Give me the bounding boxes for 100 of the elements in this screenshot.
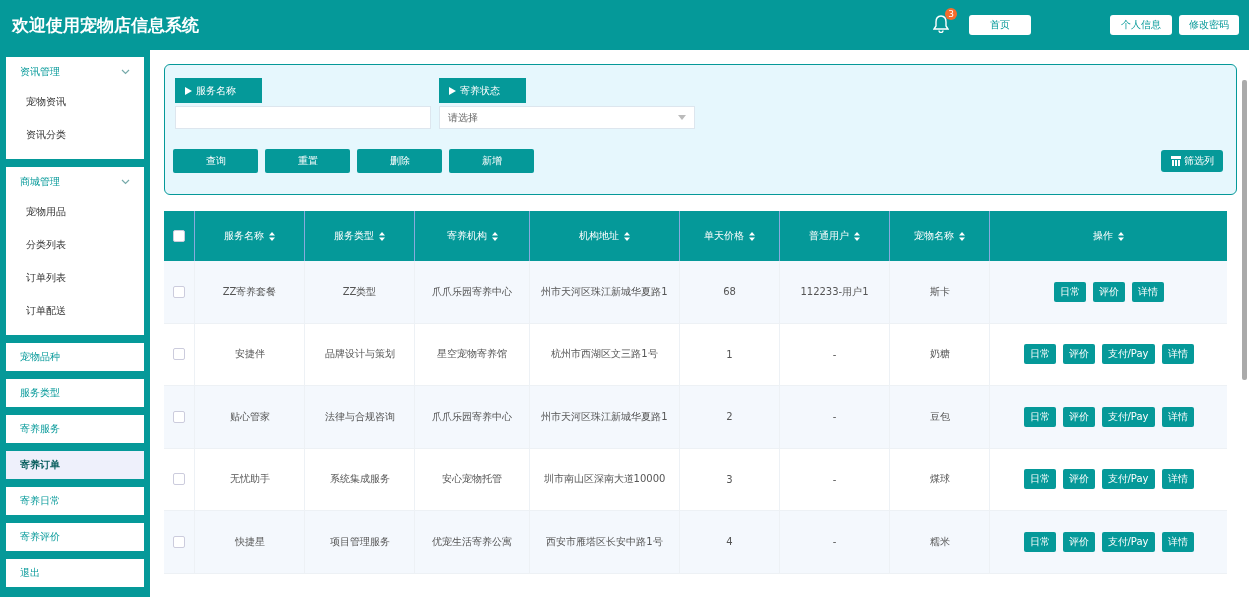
menu-item[interactable]: 寄养订单 — [6, 451, 144, 479]
table-cell: 4 — [726, 536, 733, 548]
table-cell: - — [832, 536, 837, 548]
row-action-button[interactable]: 评价 — [1092, 281, 1125, 302]
table-cell: 爪爪乐园寄养中心 — [432, 409, 512, 424]
checkbox[interactable] — [173, 348, 185, 361]
row-action-button[interactable]: 支付/Pay — [1101, 344, 1155, 365]
bell-icon[interactable] — [933, 15, 949, 33]
row-action-button[interactable]: 评价 — [1062, 406, 1095, 427]
table-cell: 州市天河区珠江新城华夏路1 — [541, 409, 668, 424]
table-cell: 西安市雁塔区长安中路1号 — [546, 534, 663, 549]
table-cell: 品牌设计与策划 — [324, 347, 395, 362]
menu-item[interactable]: 寄养服务 — [6, 415, 144, 443]
table-cell: 无忧助手 — [229, 472, 270, 487]
sort-icon[interactable] — [854, 231, 860, 241]
table-cell: 1 — [726, 348, 733, 360]
table-cell: 2 — [726, 411, 733, 423]
table-cell: 项目管理服务 — [329, 534, 390, 549]
table-cell: 豆包 — [929, 409, 950, 424]
row-action-button[interactable]: 详情 — [1161, 469, 1194, 490]
sort-icon[interactable] — [624, 231, 630, 241]
columns-icon — [1170, 156, 1181, 166]
table-cell: 杭州市西湖区文三路1号 — [551, 347, 658, 362]
table-cell: 糯米 — [929, 534, 950, 549]
triangle-icon — [449, 86, 456, 95]
table-cell: - — [832, 411, 837, 423]
filter-label: 寄养状态 — [439, 78, 526, 103]
checkbox[interactable] — [173, 473, 185, 486]
header-button[interactable]: 修改密码 — [1179, 15, 1239, 35]
table-cell: 斯卡 — [929, 284, 950, 299]
row-action-button[interactable]: 日常 — [1023, 469, 1056, 490]
row-action-button[interactable]: 日常 — [1023, 406, 1056, 427]
column-header: 宠物名称 — [914, 229, 954, 243]
table-cell: 68 — [723, 286, 736, 298]
triangle-icon — [185, 86, 192, 95]
column-header: 寄养机构 — [446, 229, 487, 243]
sort-icon[interactable] — [1118, 231, 1124, 241]
row-action-button[interactable]: 评价 — [1062, 344, 1095, 365]
table-cell: 快捷星 — [234, 534, 265, 549]
table-cell: 优宠生活寄养公寓 — [432, 534, 512, 549]
menu-item[interactable]: 宠物品种 — [6, 343, 144, 371]
menu-item[interactable]: 服务类型 — [6, 379, 144, 407]
row-action-button[interactable]: 支付/Pay — [1101, 531, 1155, 552]
row-action-button[interactable]: 日常 — [1023, 344, 1056, 365]
menu-group[interactable]: 商城管理 — [6, 169, 144, 195]
action-button[interactable]: 查询 — [173, 149, 258, 173]
table-cell: 爪爪乐园寄养中心 — [432, 284, 512, 299]
sort-icon[interactable] — [491, 231, 498, 241]
row-action-button[interactable]: 日常 — [1053, 281, 1086, 302]
row-action-button[interactable]: 支付/Pay — [1101, 469, 1155, 490]
action-button[interactable]: 重置 — [265, 149, 350, 173]
filter-label: 服务名称 — [175, 78, 262, 103]
table-cell: 112233-用户1 — [800, 284, 869, 299]
column-header: 操作 — [1093, 229, 1113, 243]
sort-icon[interactable] — [269, 231, 275, 241]
chevron-icon — [121, 179, 130, 185]
filter-columns-button[interactable]: 筛选列 — [1161, 150, 1223, 172]
table-cell: 安心宠物托管 — [442, 472, 502, 487]
table-cell: 奶糖 — [929, 347, 950, 362]
menu-item[interactable]: 寄养评价 — [6, 523, 144, 551]
row-action-button[interactable]: 详情 — [1161, 406, 1194, 427]
sort-icon[interactable] — [749, 231, 755, 241]
row-action-button[interactable]: 详情 — [1161, 531, 1194, 552]
sort-icon[interactable] — [379, 231, 385, 241]
checkbox[interactable] — [173, 285, 185, 298]
table-cell: 星空宠物寄养馆 — [437, 347, 507, 362]
row-action-button[interactable]: 支付/Pay — [1101, 406, 1155, 427]
header-button[interactable]: 个人信息 — [1110, 15, 1172, 35]
caret-icon — [678, 115, 686, 120]
table-cell: 贴心管家 — [229, 409, 270, 424]
menu-item[interactable]: 寄养日常 — [6, 487, 144, 515]
table-cell: 安捷伴 — [234, 347, 265, 362]
row-action-button[interactable]: 详情 — [1131, 281, 1164, 302]
table-cell: ZZ寄养套餐 — [222, 284, 277, 299]
table-cell: 系统集成服务 — [329, 472, 390, 487]
table-cell: 法律与合规咨询 — [324, 409, 395, 424]
column-header: 服务类型 — [334, 229, 374, 243]
table-cell: 3 — [726, 473, 733, 485]
action-button[interactable]: 删除 — [357, 149, 442, 173]
header-button[interactable]: 首页 — [969, 15, 1031, 35]
input-field[interactable] — [175, 106, 431, 129]
checkbox[interactable] — [173, 230, 185, 242]
menu-group[interactable]: 资讯管理 — [6, 59, 144, 85]
row-action-button[interactable]: 日常 — [1023, 531, 1056, 552]
action-button[interactable]: 新增 — [449, 149, 534, 173]
column-header: 普通用户 — [809, 229, 849, 243]
app-title: 欢迎使用宠物店信息系统 — [12, 13, 199, 37]
sort-icon[interactable] — [959, 231, 965, 241]
checkbox[interactable] — [173, 410, 185, 423]
table-cell: ZZ类型 — [342, 284, 377, 299]
row-action-button[interactable]: 详情 — [1161, 344, 1194, 365]
notification-badge: 3 — [945, 8, 957, 20]
row-action-button[interactable]: 评价 — [1062, 469, 1095, 490]
row-action-button[interactable]: 评价 — [1062, 531, 1095, 552]
menu-item[interactable]: 退出 — [6, 559, 144, 587]
scrollbar[interactable] — [1242, 80, 1247, 380]
table-cell: - — [832, 473, 837, 485]
status-select[interactable]: 请选择 — [439, 106, 695, 129]
chevron-icon — [121, 69, 130, 75]
checkbox[interactable] — [173, 535, 185, 548]
